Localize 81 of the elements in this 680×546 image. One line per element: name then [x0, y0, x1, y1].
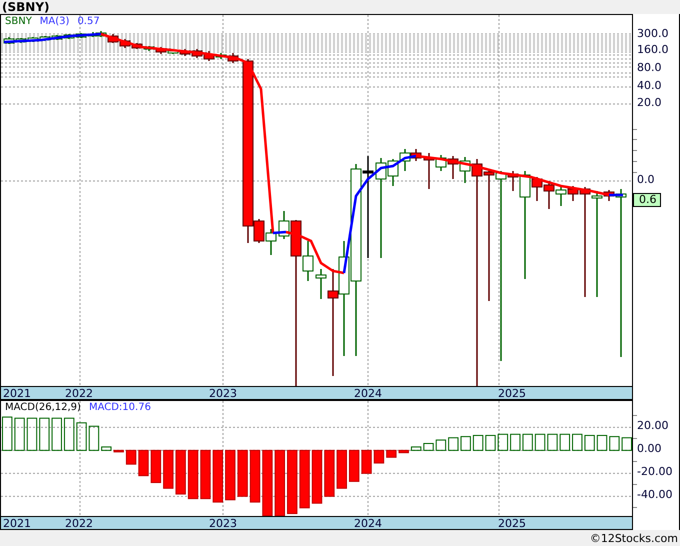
year-label: 2021 — [3, 387, 31, 400]
macd-bar — [560, 434, 570, 451]
macd-bar — [163, 450, 174, 489]
macd-bar — [274, 450, 286, 516]
year-label: 2022 — [65, 387, 93, 400]
year-label: 2024 — [354, 387, 382, 400]
macd-bar — [150, 450, 162, 484]
macd-bar — [299, 450, 310, 508]
macd-bar — [101, 446, 112, 451]
macd-bar — [472, 434, 484, 451]
macd-bar — [287, 450, 298, 514]
macd-bar — [312, 450, 322, 504]
indicator-label: MA(3) — [40, 16, 70, 28]
axis-label: 0.00 — [637, 442, 662, 456]
macd-bar — [510, 434, 520, 451]
macd-bar — [348, 450, 360, 482]
macd-bar — [361, 450, 372, 474]
axis-label: 40.0 — [637, 79, 662, 93]
macd-bar — [448, 437, 458, 451]
macd-bar — [126, 450, 136, 465]
candlestick — [266, 229, 276, 255]
year-label: 2025 — [498, 387, 526, 400]
macd-bar — [596, 434, 608, 451]
year-label: 2022 — [65, 517, 93, 530]
year-label: 2025 — [498, 517, 526, 530]
macd-bar — [138, 450, 149, 476]
macd-bar — [237, 450, 248, 497]
macd-bar — [423, 443, 434, 451]
candlestick — [192, 49, 202, 58]
year-label: 2023 — [209, 387, 237, 400]
macd-bar — [584, 434, 595, 451]
axis-label: 0.0 — [637, 173, 654, 187]
axis-label: 20.0 — [637, 96, 662, 110]
axis-label: 80.0 — [637, 61, 662, 75]
macd-bar — [76, 422, 87, 451]
macd-bar — [26, 418, 38, 451]
macd-bar — [114, 450, 124, 452]
axis-label: 160.0 — [637, 43, 668, 57]
macd-bar — [436, 440, 446, 451]
last-price-badge: 0.6 — [633, 193, 660, 207]
macd-bar — [485, 434, 496, 451]
macd-bar — [398, 450, 409, 454]
macd-bar — [324, 450, 335, 497]
macd-bar — [522, 434, 533, 451]
axis-label: 300.0 — [637, 27, 668, 41]
macd-bar — [225, 450, 236, 500]
macd-bar — [2, 416, 12, 451]
year-label: 2024 — [354, 517, 382, 530]
macd-bar — [498, 434, 508, 451]
macd-bar — [336, 450, 347, 489]
macd-bar — [188, 450, 198, 500]
macd-bar — [262, 450, 273, 516]
copyright-text: ©12Stocks.com — [590, 532, 679, 544]
symbol-label: SBNY — [5, 16, 32, 28]
macd-bar — [374, 450, 384, 464]
year-label: 2021 — [3, 517, 31, 530]
indicator-value: 0.57 — [77, 16, 100, 28]
macd-bar — [52, 418, 62, 451]
macd-bar — [14, 418, 25, 451]
macd-bar — [622, 437, 632, 451]
chart-title: (SBNY) — [1, 0, 50, 14]
macd-bar — [410, 446, 422, 451]
macd-bar — [200, 450, 211, 500]
macd-bar — [64, 418, 74, 451]
macd-value: MACD:10.76 — [88, 402, 151, 414]
year-label: 2023 — [209, 517, 237, 530]
macd-label: MACD(26,12,9) — [5, 402, 81, 414]
macd-bar — [534, 434, 546, 451]
macd-bar — [212, 450, 224, 503]
macd-bar — [176, 450, 186, 495]
macd-bar — [609, 436, 620, 451]
axis-label: 20.00 — [637, 419, 668, 434]
macd-bar — [460, 436, 471, 451]
macd-bar — [572, 434, 582, 451]
macd-bar — [547, 434, 558, 451]
macd-bar — [39, 418, 50, 451]
macd-bar — [386, 450, 397, 458]
macd-bar — [88, 426, 100, 451]
axis-label: -40.00 — [637, 488, 672, 502]
macd-bar — [250, 450, 260, 503]
axis-label: -20.00 — [637, 465, 672, 480]
